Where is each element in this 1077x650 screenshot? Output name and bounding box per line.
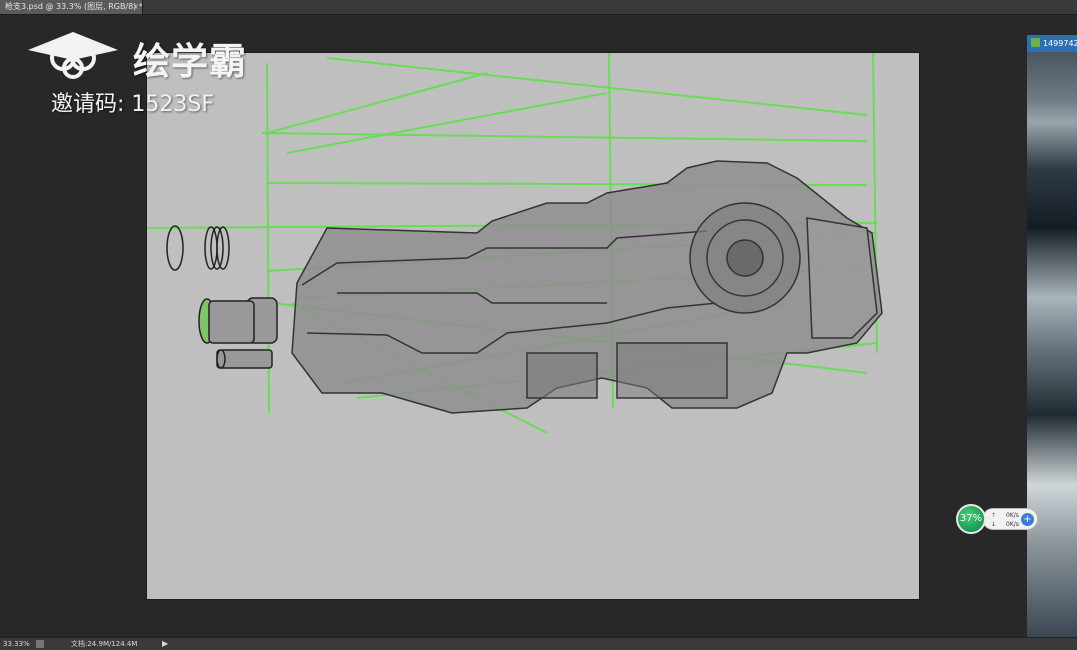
status-menu-arrow-icon[interactable]: ▶ (162, 638, 168, 650)
network-percent[interactable]: 37% (956, 504, 986, 534)
upload-row: ↑ 0K/s (991, 512, 1019, 519)
close-icon[interactable]: × (132, 0, 139, 14)
cloud-cap-icon (28, 32, 118, 79)
gun-body (291, 160, 883, 414)
canvas[interactable] (147, 53, 919, 599)
download-speed: 0K/s (1006, 521, 1019, 528)
upload-speed: 0K/s (1006, 512, 1019, 519)
zoom-level[interactable]: 33.33% (3, 638, 30, 650)
network-speed-pill: ↑ 0K/s ↓ 0K/s + (982, 508, 1038, 530)
document-tab-bar: 枪支3.psd @ 33.3% (图层, RGB/8) * × (0, 0, 1077, 15)
rings (166, 225, 230, 271)
network-speed-widget[interactable]: ↑ 0K/s ↓ 0K/s + 37% (956, 504, 1040, 534)
gun-sketch (147, 53, 883, 434)
brand-name: 绘学霸 (133, 40, 247, 83)
reference-photo[interactable] (1027, 52, 1077, 637)
invite-code: 邀请码: 1523SF (51, 92, 215, 117)
download-arrow-icon: ↓ (991, 521, 997, 528)
upload-arrow-icon: ↑ (991, 512, 997, 519)
document-tab[interactable]: 枪支3.psd @ 33.3% (图层, RGB/8) * × (0, 0, 143, 14)
status-bar: 33.33% 文档:24.9M/124.4M ▶ (0, 637, 1077, 650)
document-tab-title: 枪支3.psd @ 33.3% (图层, RGB/8) * (5, 2, 143, 11)
barrels (198, 297, 278, 369)
document-size: 文档:24.9M/124.4M (71, 640, 138, 648)
download-row: ↓ 0K/s (991, 521, 1019, 528)
image-icon (1031, 38, 1040, 47)
plus-icon[interactable]: + (1021, 513, 1034, 526)
preview-icon[interactable] (36, 640, 44, 648)
side-panel-header[interactable]: 14997427 (1027, 35, 1077, 52)
side-panel-header-text: 14997427 (1043, 39, 1077, 48)
